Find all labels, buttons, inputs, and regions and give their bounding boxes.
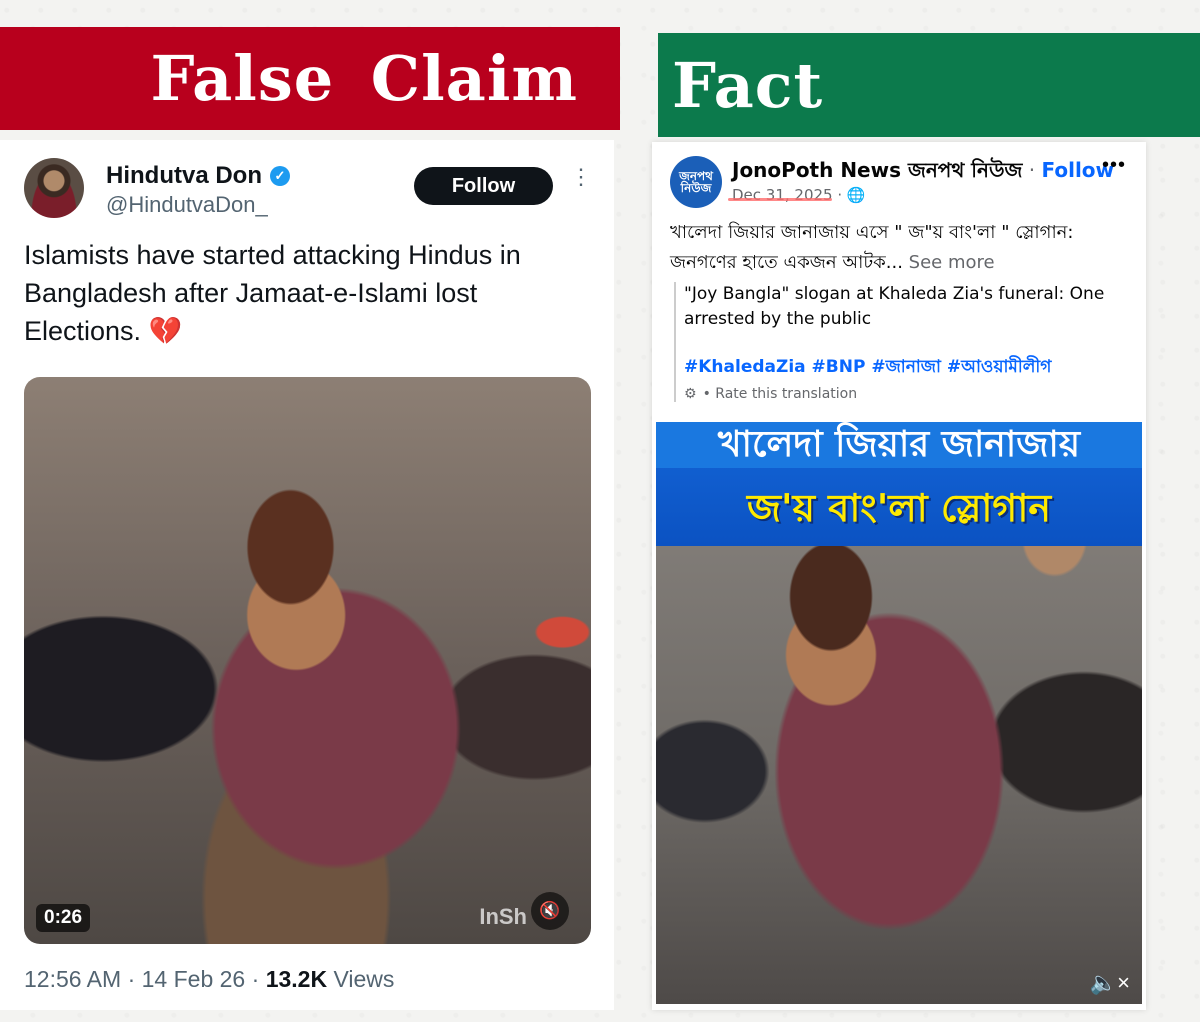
more-options-icon[interactable]: ••• (1102, 154, 1126, 177)
tweet-author[interactable]: Hindutva Don ✓ (106, 162, 290, 190)
post-body: খালেদা জিয়ার জানাজায় এসে " জ"য় বাং'লা… (670, 222, 1074, 273)
tweet-video[interactable]: 0:26 InSh 🔇 (24, 377, 591, 944)
false-claim-banner: False Claim (0, 27, 620, 130)
verified-badge-icon: ✓ (270, 166, 290, 186)
meta-separator: · (245, 966, 266, 992)
post-text: খালেদা জিয়ার জানাজায় এসে " জ"য় বাং'লা… (670, 218, 1140, 278)
globe-icon: · 🌐 (837, 186, 866, 204)
views-count: 13.2K (265, 966, 328, 992)
video-watermark: InSh (479, 904, 527, 929)
tweet-meta: 12:56 AM · 14 Feb 26 · 13.2K Views (24, 966, 394, 993)
header-separator: · (1022, 158, 1042, 182)
post-video[interactable]: খালেদা জিয়ার জানাজায় জ'য় বাং'লা স্লোগ… (656, 422, 1142, 1004)
tweet-text: Islamists have started attacking Hindus … (24, 240, 521, 346)
rate-translation-label[interactable]: • Rate this translation (703, 386, 858, 402)
hashtags[interactable]: #KhaledaZia #BNP #জানাজা #আওয়ামীলীগ (684, 354, 1138, 382)
date-highlight-underline (728, 198, 832, 201)
translation-block: "Joy Bangla" slogan at Khaleda Zia's fun… (674, 282, 1138, 402)
facebook-post-card: জনপথ নিউজ JonoPoth News জনপথ নিউজ · Foll… (652, 142, 1146, 1010)
tweet-card: Hindutva Don ✓ @HindutvaDon_ Follow ⋮ Is… (0, 140, 614, 1010)
more-options-icon[interactable]: ⋮ (570, 166, 592, 200)
author-handle[interactable]: @HindutvaDon_ (106, 192, 268, 218)
post-date-row: Dec 31, 2025 · 🌐 (732, 186, 866, 204)
author-name[interactable]: Hindutva Don (106, 162, 262, 190)
follow-button[interactable]: Follow (414, 167, 553, 205)
page-avatar[interactable]: জনপথ নিউজ (670, 156, 722, 208)
avatar[interactable] (24, 158, 84, 218)
fact-banner: Fact (658, 33, 1200, 137)
tweet-time[interactable]: 12:56 AM (24, 966, 121, 992)
translation-text: "Joy Bangla" slogan at Khaleda Zia's fun… (684, 284, 1105, 329)
views-label: Views (327, 966, 395, 992)
see-more-link[interactable]: See more (903, 252, 995, 273)
post-date[interactable]: Dec 31, 2025 (732, 186, 833, 204)
page-header: JonoPoth News জনপথ নিউজ · Follow (732, 156, 1114, 189)
video-headline-band: খালেদা জিয়ার জানাজায় জ'য় বাং'লা স্লোগ… (656, 422, 1142, 546)
video-duration: 0:26 (36, 904, 91, 932)
gear-icon: ⚙ (684, 386, 697, 402)
fact-label: Fact (672, 48, 824, 122)
page-name[interactable]: JonoPoth News জনপথ নিউজ (732, 158, 1022, 182)
false-claim-label: False Claim (150, 42, 578, 115)
meta-separator: · (121, 966, 142, 992)
mute-icon[interactable]: 🔈× (1090, 970, 1130, 996)
tweet-date[interactable]: 14 Feb 26 (142, 966, 246, 992)
mute-icon[interactable]: 🔇 (531, 892, 569, 930)
video-headline-2: জ'য় বাং'লা স্লোগান (746, 486, 1052, 530)
rate-translation[interactable]: ⚙ • Rate this translation (684, 386, 1138, 402)
video-headline-1: খালেদা জিয়ার জানাজায় (656, 422, 1142, 468)
